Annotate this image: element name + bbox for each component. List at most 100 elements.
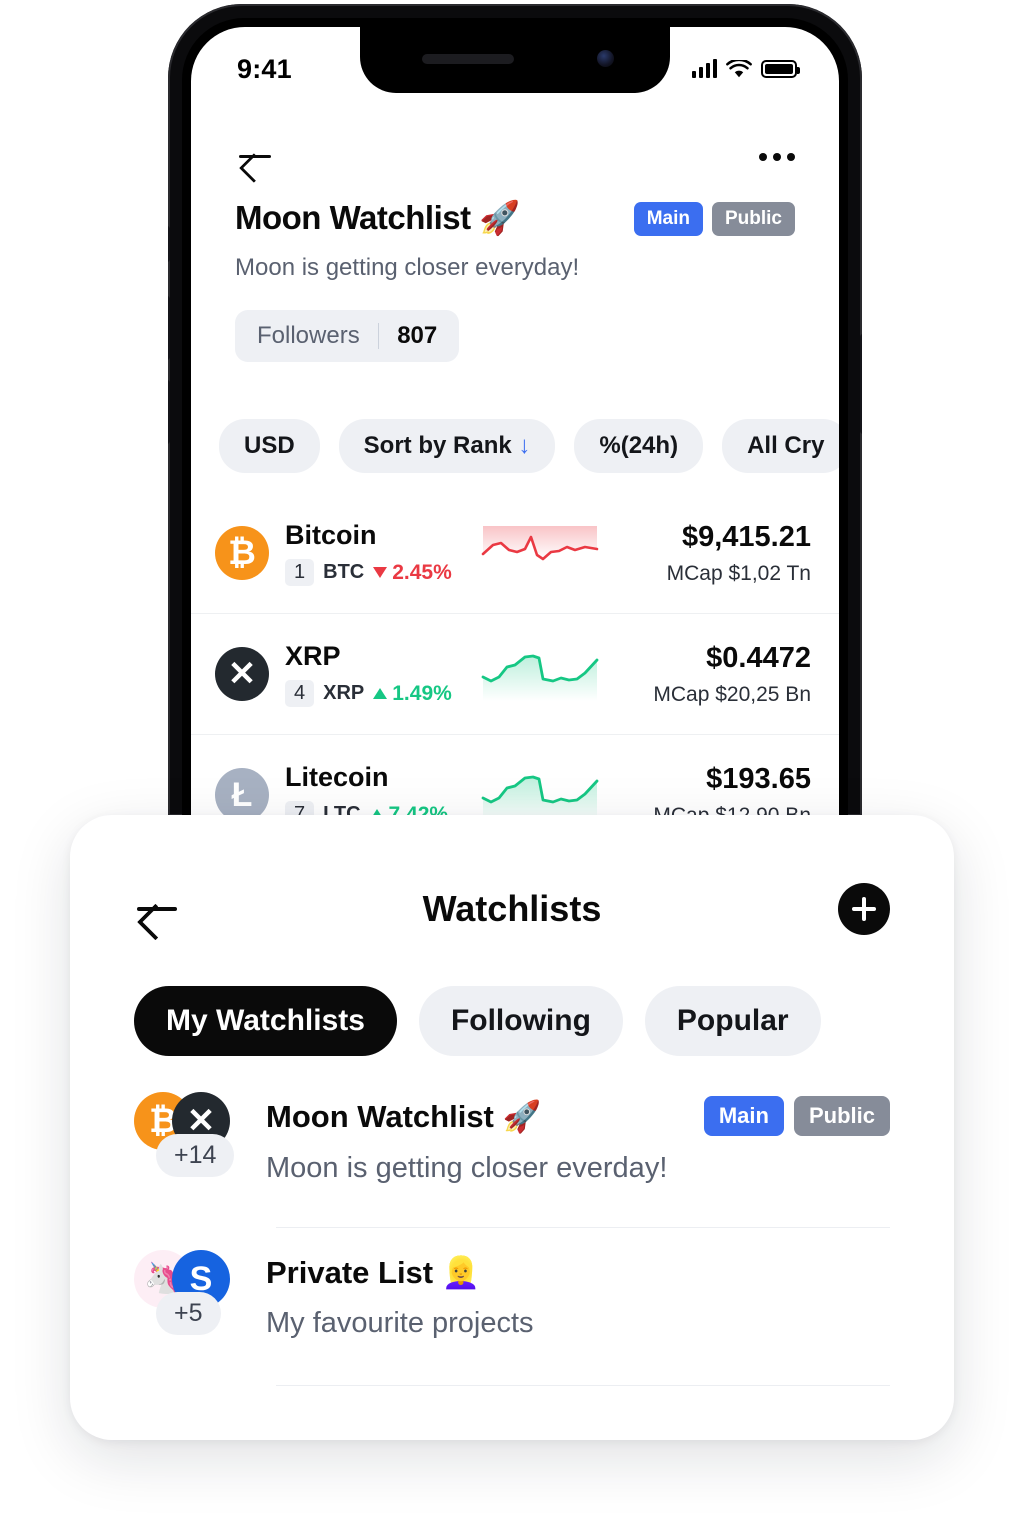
list-item-description: Moon is getting closer everday! bbox=[266, 1152, 668, 1184]
triangle-up-icon bbox=[373, 688, 388, 699]
coin-price-block: $0.4472 MCap $20,25 Bn bbox=[601, 642, 811, 707]
coin-change-value: 1.49% bbox=[392, 681, 452, 705]
sparkline-chart bbox=[481, 775, 599, 816]
status-time: 9:41 bbox=[237, 53, 292, 84]
list-item-top: Private List 👱‍♀️ bbox=[266, 1254, 890, 1291]
coin-price: $193.65 bbox=[706, 762, 811, 795]
coin-change: 2.45% bbox=[373, 561, 452, 585]
coin-rank: 7 bbox=[285, 801, 315, 816]
coin-price-block: $193.65 MCap $12,90 Bn bbox=[601, 763, 811, 817]
list-item[interactable]: ₿ ✕ +14 Moon Watchlist 🚀 Main Public Moo… bbox=[134, 1092, 890, 1228]
badge-main: Main bbox=[633, 201, 703, 236]
list-item-title: Moon Watchlist 🚀 bbox=[266, 1098, 542, 1134]
sparkline-chart bbox=[481, 654, 599, 701]
chip-percent-period[interactable]: %(24h) bbox=[574, 419, 704, 473]
coin-symbol: BTC bbox=[323, 561, 365, 583]
badge-public: Public bbox=[711, 201, 795, 236]
watchlist-subtitle: Moon is getting closer everyday! bbox=[235, 254, 580, 281]
list-item-description: My favourite projects bbox=[266, 1307, 534, 1339]
coin-change: 1.49% bbox=[373, 682, 452, 706]
watchlist-items: ₿ ✕ +14 Moon Watchlist 🚀 Main Public Moo… bbox=[70, 1056, 954, 1386]
phone-device-frame: 9:41 Moon Watchlist 🚀 Main Public Moon i… bbox=[168, 4, 862, 816]
sort-down-arrow-icon: ↓ bbox=[518, 432, 531, 459]
chip-asset-type-label: All Cry bbox=[747, 432, 825, 459]
coin-price-block: $9,415.21 MCap $1,02 Tn bbox=[601, 521, 811, 586]
tab-following[interactable]: Following bbox=[418, 986, 623, 1056]
followers-count: 807 bbox=[397, 322, 438, 349]
more-options-icon[interactable] bbox=[759, 153, 795, 161]
coin-name: Bitcoin bbox=[285, 520, 377, 550]
list-item-body: Moon Watchlist 🚀 Main Public Moon is get… bbox=[266, 1092, 890, 1185]
followers-divider bbox=[377, 323, 380, 349]
list-item-badges: Main Public bbox=[703, 1096, 890, 1136]
watchlist-title-row: Moon Watchlist 🚀 Main Public bbox=[235, 199, 795, 238]
sheet-header: Watchlists bbox=[70, 815, 954, 935]
filter-chip-row: USD Sort by Rank ↓ %(24h) All Cry bbox=[191, 419, 839, 473]
phone-power-button[interactable] bbox=[860, 334, 862, 434]
coin-change-value: 7.42% bbox=[388, 802, 449, 817]
sparkline-chart bbox=[481, 526, 599, 561]
coin-meta: 4 XRP 1.49% bbox=[285, 680, 477, 707]
watchlist-badges: Main Public bbox=[633, 201, 795, 236]
coin-name: Litecoin bbox=[285, 762, 389, 792]
coin-name: XRP bbox=[285, 641, 341, 671]
chip-asset-type[interactable]: All Cry bbox=[722, 419, 839, 473]
status-icons bbox=[691, 59, 800, 79]
coin-change-value: 2.45% bbox=[392, 560, 452, 584]
screenshot-stage: 9:41 Moon Watchlist 🚀 Main Public Moon i… bbox=[0, 0, 1024, 1537]
list-item-body: Private List 👱‍♀️ My favourite projects bbox=[266, 1250, 890, 1340]
coin-rank: 4 bbox=[285, 680, 315, 707]
tab-popular[interactable]: Popular bbox=[644, 986, 821, 1056]
coin-rank: 1 bbox=[285, 559, 315, 586]
coin-info: Litecoin 7 LTC 7.42% bbox=[285, 762, 477, 816]
chip-sort[interactable]: Sort by Rank ↓ bbox=[338, 419, 556, 473]
coin-meta: 1 BTC 2.45% bbox=[285, 559, 477, 586]
triangle-down-icon bbox=[373, 567, 388, 578]
coin-price: $9,415.21 bbox=[681, 520, 811, 553]
sheet-tab-bar: My Watchlists Following Popular bbox=[70, 935, 954, 1056]
back-arrow-icon[interactable] bbox=[235, 137, 275, 177]
list-item-title: Private List 👱‍♀️ bbox=[266, 1255, 481, 1290]
table-row[interactable]: Ł Litecoin 7 LTC 7.42% $193.65 MCap $12,… bbox=[191, 735, 839, 816]
avatar-extra-count: +5 bbox=[156, 1292, 221, 1335]
phone-mute-switch[interactable] bbox=[168, 226, 170, 262]
coin-info: Bitcoin 1 BTC 2.45% bbox=[285, 520, 477, 586]
coin-mcap: MCap $20,25 Bn bbox=[653, 682, 811, 706]
coin-meta: 7 LTC 7.42% bbox=[285, 801, 477, 816]
coin-mcap: MCap $1,02 Tn bbox=[666, 561, 811, 585]
bitcoin-icon: ₿ bbox=[215, 526, 269, 580]
phone-screen: 9:41 Moon Watchlist 🚀 Main Public Moon i… bbox=[191, 27, 839, 816]
followers-pill[interactable]: Followers 807 bbox=[235, 310, 460, 362]
followers-label: Followers bbox=[257, 322, 360, 349]
watchlists-modal-sheet: Watchlists My Watchlists Following Popul… bbox=[70, 815, 954, 1440]
list-item-top: Moon Watchlist 🚀 Main Public bbox=[266, 1096, 890, 1136]
chip-currency[interactable]: USD bbox=[219, 419, 320, 473]
phone-volume-up-button[interactable] bbox=[168, 296, 170, 360]
avatar-group: 🦄 S +5 bbox=[134, 1250, 266, 1362]
table-row[interactable]: ✕ XRP 4 XRP 1.49% $0.4472 MCap $20,25 Bn bbox=[191, 614, 839, 735]
wifi-icon bbox=[726, 59, 752, 77]
avatar-extra-count: +14 bbox=[156, 1134, 235, 1177]
watchlist-header: Moon Watchlist 🚀 Main Public Moon is get… bbox=[191, 199, 839, 362]
badge-public: Public bbox=[793, 1096, 890, 1136]
table-row[interactable]: ₿ Bitcoin 1 BTC 2.45% $9,415.21 MCap $1,… bbox=[191, 493, 839, 614]
list-item[interactable]: 🦄 S +5 Private List 👱‍♀️ My favourite pr… bbox=[134, 1250, 890, 1386]
phone-bezel: 9:41 Moon Watchlist 🚀 Main Public Moon i… bbox=[182, 18, 848, 816]
status-bar: 9:41 bbox=[191, 27, 839, 93]
app-nav-bar bbox=[191, 125, 839, 189]
chip-sort-label: Sort by Rank bbox=[363, 432, 512, 459]
coin-symbol: XRP bbox=[323, 682, 365, 704]
phone-volume-down-button[interactable] bbox=[168, 380, 170, 444]
back-arrow-icon[interactable] bbox=[134, 886, 180, 932]
tab-my-watchlists[interactable]: My Watchlists bbox=[134, 986, 397, 1056]
badge-main: Main bbox=[703, 1096, 784, 1136]
chip-percent-label: %(24h) bbox=[599, 432, 679, 459]
avatar-group: ₿ ✕ +14 bbox=[134, 1092, 266, 1204]
chip-currency-label: USD bbox=[244, 432, 295, 459]
litecoin-icon: Ł bbox=[215, 768, 269, 816]
coin-list: ₿ Bitcoin 1 BTC 2.45% $9,415.21 MCap $1,… bbox=[191, 493, 839, 816]
coin-info: XRP 4 XRP 1.49% bbox=[285, 641, 477, 707]
cellular-signal-icon bbox=[691, 59, 717, 78]
add-plus-icon[interactable] bbox=[838, 883, 890, 935]
sheet-title: Watchlists bbox=[422, 888, 602, 929]
